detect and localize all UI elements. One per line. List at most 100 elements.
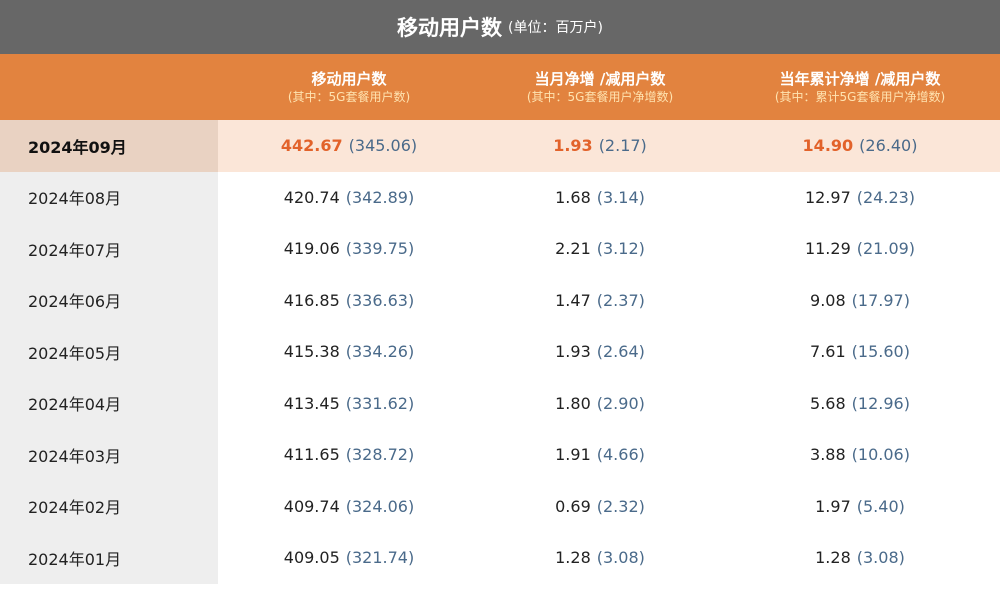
monthly-net-change-cell: 2.21 (3.12) — [480, 223, 720, 275]
monthly-net-change-cell: 1.80 (2.90) — [480, 378, 720, 430]
month-cell: 2024年01月 — [0, 532, 218, 584]
cell-5g-value: (21.09) — [856, 239, 916, 259]
cell-5g-value: (10.06) — [851, 445, 910, 465]
table-row: 2024年06月 416.85 (336.63) 1.47 (2.37) 9.08(… — [0, 274, 1000, 327]
cell-5g-value: (2.64) — [596, 342, 645, 362]
cell-5g-value: (3.14) — [596, 187, 645, 207]
ytd-net-change-cell: 11.29 (21.09) — [720, 223, 1000, 275]
ytd-net-change-cell: 14.90 (26.40) — [720, 120, 1000, 172]
cell-value: 1.47 — [555, 290, 591, 310]
cell-value: 1.28 — [815, 548, 851, 568]
cell-value: 1.80 — [555, 393, 591, 413]
month-cell: 2024年05月 — [0, 326, 218, 378]
header-label: 当年累计净增 /减用户数 — [779, 69, 941, 88]
header-ytd-net-change: 当年累计净增 /减用户数 (其中：累计5G套餐用户净增数) — [720, 54, 1000, 120]
table-row: 2024年05月 415.38 (334.26) 1.93 (2.64) 7.61(… — [0, 326, 1000, 378]
month-cell: 2024年04月 — [0, 377, 218, 429]
mobile-users-cell: 442.67 (345.06) — [218, 120, 480, 172]
monthly-net-change-cell: 1.93 (2.17) — [480, 120, 720, 172]
cell-value: 3.88 — [810, 445, 846, 465]
table-row: 2024年07月 419.06 (339.75) 2.21 (3.12) 11.29… — [0, 223, 1000, 275]
cell-5g-value: (2.17) — [598, 136, 647, 156]
table-title-bar: 移动用户数 (单位：百万户) — [0, 0, 1000, 54]
cell-5g-value: (3.12) — [596, 239, 645, 259]
cell-5g-value: (4.66) — [596, 445, 645, 465]
mobile-users-cell: 416.85 (336.63) — [218, 275, 480, 327]
mobile-users-cell: 413.45 (331.62) — [218, 378, 480, 430]
cell-value: 409.74 — [283, 496, 340, 516]
cell-5g-value: (321.74) — [345, 548, 415, 568]
cell-value: 420.74 — [283, 187, 340, 207]
cell-5g-value: (12.96) — [851, 393, 910, 413]
cell-5g-value: (3.08) — [596, 548, 645, 568]
monthly-net-change-cell: 1.47 (2.37) — [480, 275, 720, 327]
monthly-net-change-cell: 1.91 (4.66) — [480, 429, 720, 481]
cell-5g-value: (24.23) — [856, 187, 916, 207]
ytd-net-change-cell: 1.28 (3.08) — [720, 532, 1000, 584]
header-monthly-net-change: 当月净增 /减用户数 (其中：5G套餐用户净增数) — [480, 54, 720, 120]
table-header: 移动用户数 (其中：5G套餐用户数) 当月净增 /减用户数 (其中：5G套餐用户… — [0, 54, 1000, 120]
mobile-users-table: 移动用户数 (单位：百万户) 移动用户数 (其中：5G套餐用户数) 当月净增 /… — [0, 0, 1000, 589]
mobile-users-cell: 415.38 (334.26) — [218, 326, 480, 378]
cell-5g-value: (342.89) — [345, 187, 415, 207]
table-unit: (单位：百万户) — [508, 20, 603, 36]
header-sublabel: (其中：5G套餐用户净增数) — [526, 89, 674, 104]
cell-5g-value: (2.37) — [596, 290, 645, 310]
table-row: 2024年09月 442.67 (345.06) 1.93 (2.17) 14.90… — [0, 120, 1000, 172]
monthly-net-change-cell: 1.68 (3.14) — [480, 172, 720, 224]
cell-5g-value: (334.26) — [345, 342, 415, 362]
month-cell: 2024年03月 — [0, 429, 218, 481]
cell-5g-value: (26.40) — [859, 136, 918, 156]
cell-value: 11.29 — [804, 239, 851, 259]
monthly-net-change-cell: 1.28 (3.08) — [480, 532, 720, 584]
monthly-net-change-cell: 1.93 (2.64) — [480, 326, 720, 378]
cell-value: 409.05 — [283, 548, 340, 568]
table-title: 移动用户数 — [397, 16, 503, 40]
cell-value: 411.65 — [283, 445, 340, 465]
header-label: 当月净增 /减用户数 — [534, 69, 666, 88]
mobile-users-cell: 419.06 (339.75) — [218, 223, 480, 275]
cell-value: 7.61 — [810, 342, 846, 362]
cell-5g-value: (345.06) — [348, 136, 418, 156]
cell-5g-value: (324.06) — [345, 496, 415, 516]
cell-value: 1.97 — [815, 496, 851, 516]
month-cell: 2024年02月 — [0, 480, 218, 532]
cell-value: 1.68 — [555, 187, 591, 207]
cell-value: 416.85 — [283, 290, 340, 310]
ytd-net-change-cell: 3.88 (10.06) — [720, 429, 1000, 481]
cell-5g-value: (5.40) — [856, 496, 905, 516]
header-label: 移动用户数 — [311, 69, 387, 88]
table-body: 2024年09月 442.67 (345.06) 1.93 (2.17) 14.90… — [0, 120, 1000, 584]
mobile-users-cell: 409.74 (324.06) — [218, 481, 480, 533]
ytd-net-change-cell: 1.97 (5.40) — [720, 481, 1000, 533]
cell-5g-value: (17.97) — [851, 290, 910, 310]
cell-5g-value: (3.08) — [856, 548, 905, 568]
ytd-net-change-cell: 5.68 (12.96) — [720, 378, 1000, 430]
cell-value: 5.68 — [810, 393, 846, 413]
cell-value: 1.93 — [555, 342, 591, 362]
cell-value: 0.69 — [555, 496, 591, 516]
mobile-users-cell: 411.65 (328.72) — [218, 429, 480, 481]
table-row: 2024年04月 413.45 (331.62) 1.80 (2.90) 5.68(… — [0, 377, 1000, 430]
cell-5g-value: (2.32) — [596, 496, 645, 516]
month-cell: 2024年08月 — [0, 171, 218, 223]
header-month — [0, 54, 218, 120]
monthly-net-change-cell: 0.69 (2.32) — [480, 481, 720, 533]
cell-5g-value: (339.75) — [345, 239, 415, 259]
table-row: 2024年01月 409.05 (321.74) 1.28 (3.08) 1.28(… — [0, 532, 1000, 584]
cell-value: 1.91 — [555, 445, 591, 465]
cell-value: 415.38 — [283, 342, 340, 362]
cell-5g-value: (331.62) — [345, 393, 415, 413]
month-cell: 2024年07月 — [0, 223, 218, 275]
header-mobile-users: 移动用户数 (其中：5G套餐用户数) — [218, 54, 480, 120]
cell-value: 413.45 — [283, 393, 340, 413]
month-cell: 2024年09月 — [0, 120, 218, 172]
cell-value: 2.21 — [555, 239, 591, 259]
ytd-net-change-cell: 7.61 (15.60) — [720, 326, 1000, 378]
ytd-net-change-cell: 12.97 (24.23) — [720, 172, 1000, 224]
cell-5g-value: (15.60) — [851, 342, 910, 362]
cell-value: 12.97 — [804, 187, 851, 207]
table-row: 2024年02月 409.74 (324.06) 0.69 (2.32) 1.97(… — [0, 480, 1000, 533]
ytd-net-change-cell: 9.08 (17.97) — [720, 275, 1000, 327]
month-cell: 2024年06月 — [0, 274, 218, 326]
